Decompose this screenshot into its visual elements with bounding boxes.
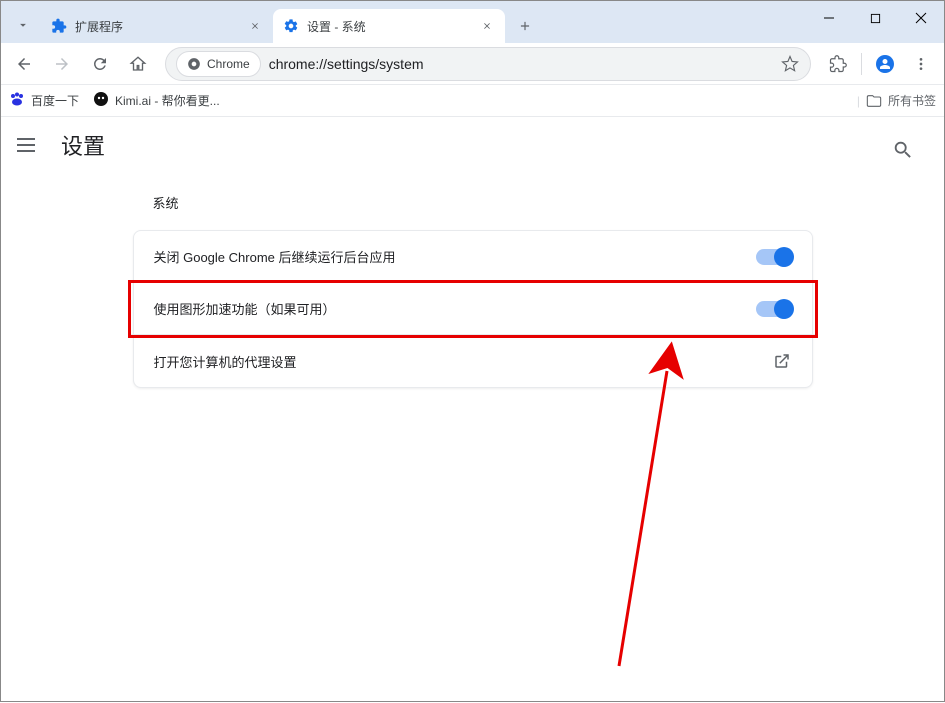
tab-close-button[interactable] (479, 18, 495, 34)
site-chip[interactable]: Chrome (176, 51, 261, 77)
tab-settings-system[interactable]: 设置 - 系统 (273, 9, 505, 43)
toggle-background-apps[interactable] (756, 249, 792, 265)
search-icon (892, 139, 914, 161)
row-background-apps[interactable]: 关闭 Google Chrome 后继续运行后台应用 (134, 231, 812, 283)
chrome-logo-icon (187, 57, 201, 71)
toggle-hardware-acceleration[interactable] (756, 301, 792, 317)
bookmark-label: Kimi.ai - 帮你看更... (115, 92, 220, 109)
row-label: 使用图形加速功能（如果可用） (154, 299, 336, 318)
external-link-icon (772, 351, 792, 371)
row-hardware-acceleration[interactable]: 使用图形加速功能（如果可用） (131, 283, 815, 335)
url-text: chrome://settings/system (269, 56, 772, 72)
window-maximize-button[interactable] (852, 1, 898, 35)
close-icon (482, 21, 492, 31)
settings-menu-button[interactable] (17, 133, 41, 157)
browser-menu-button[interactable] (904, 47, 938, 81)
close-icon (915, 12, 927, 24)
window-controls (806, 1, 944, 35)
settings-search-button[interactable] (886, 133, 920, 167)
titlebar: 扩展程序 设置 - 系统 (1, 1, 944, 43)
page-title: 设置 (61, 129, 105, 161)
all-bookmarks-label: 所有书签 (888, 92, 936, 109)
site-chip-label: Chrome (207, 57, 250, 71)
bookmark-star-button[interactable] (780, 54, 800, 74)
tab-extensions[interactable]: 扩展程序 (41, 9, 273, 43)
row-proxy-settings[interactable]: 打开您计算机的代理设置 (134, 335, 812, 387)
chevron-down-icon (16, 18, 30, 32)
toolbar-right (821, 47, 938, 81)
nav-reload-button[interactable] (83, 47, 117, 81)
tab-search-dropdown[interactable] (5, 7, 41, 43)
address-bar[interactable]: Chrome chrome://settings/system (165, 47, 811, 81)
tab-title: 扩展程序 (75, 18, 239, 35)
bookmark-baidu[interactable]: 百度一下 (9, 91, 79, 110)
bookmarks-divider: | (857, 94, 860, 108)
nav-home-button[interactable] (121, 47, 155, 81)
star-icon (781, 55, 799, 73)
puzzle-icon (51, 18, 67, 34)
system-settings-card: 关闭 Google Chrome 后继续运行后台应用 使用图形加速功能（如果可用… (133, 230, 813, 388)
maximize-icon (870, 13, 881, 24)
window-close-button[interactable] (898, 1, 944, 35)
kimi-icon (93, 91, 109, 110)
bookmarks-bar: 百度一下 Kimi.ai - 帮你看更... | 所有书签 (1, 85, 944, 117)
puzzle-icon (829, 55, 847, 73)
folder-icon (866, 93, 882, 109)
browser-toolbar: Chrome chrome://settings/system (1, 43, 944, 85)
settings-content: 系统 关闭 Google Chrome 后继续运行后台应用 使用图形加速功能（如… (1, 173, 944, 388)
toolbar-divider (861, 53, 862, 75)
window-minimize-button[interactable] (806, 1, 852, 35)
plus-icon (518, 19, 532, 33)
row-label: 打开您计算机的代理设置 (154, 352, 297, 371)
bookmark-kimi[interactable]: Kimi.ai - 帮你看更... (93, 91, 220, 110)
hamburger-icon (17, 138, 35, 140)
nav-back-button[interactable] (7, 47, 41, 81)
settings-header: 设置 (1, 117, 944, 173)
row-label: 关闭 Google Chrome 后继续运行后台应用 (154, 247, 396, 266)
close-icon (250, 21, 260, 31)
section-label-system: 系统 (153, 193, 813, 212)
home-icon (129, 55, 147, 73)
profile-button[interactable] (868, 47, 902, 81)
tab-close-button[interactable] (247, 18, 263, 34)
tab-title: 设置 - 系统 (307, 18, 471, 35)
gear-icon (283, 18, 299, 34)
kebab-icon (913, 56, 929, 72)
reload-icon (91, 55, 109, 73)
new-tab-button[interactable] (511, 12, 539, 40)
extensions-button[interactable] (821, 47, 855, 81)
arrow-left-icon (15, 55, 33, 73)
bookmark-label: 百度一下 (31, 92, 79, 109)
all-bookmarks-button[interactable]: 所有书签 (866, 92, 936, 109)
baidu-icon (9, 91, 25, 110)
nav-forward-button[interactable] (45, 47, 79, 81)
minimize-icon (823, 12, 835, 24)
avatar-icon (876, 55, 894, 73)
arrow-right-icon (53, 55, 71, 73)
